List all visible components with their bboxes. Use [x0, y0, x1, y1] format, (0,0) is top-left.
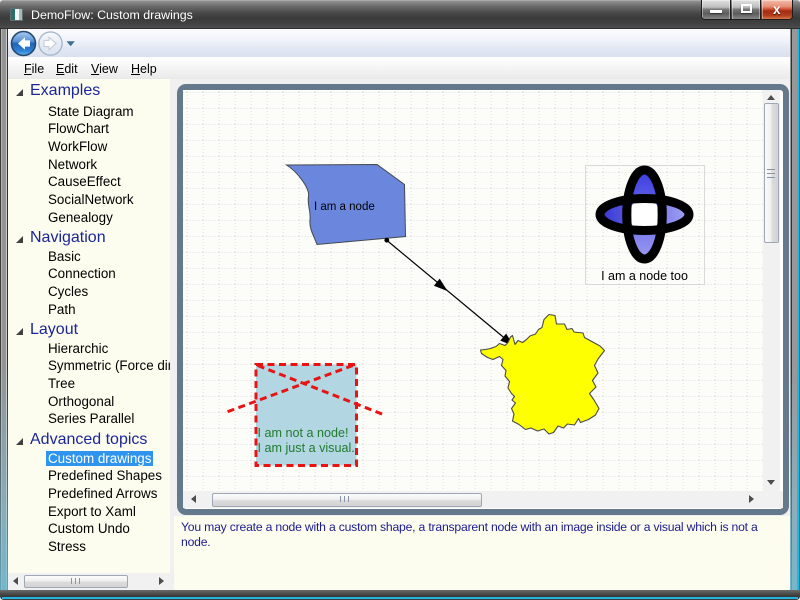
svg-text:I am not a node!: I am not a node!: [258, 426, 349, 440]
svg-text:I am a node too: I am a node too: [601, 269, 688, 283]
svg-text:I am a node: I am a node: [314, 201, 375, 213]
svg-text:I am just a visual.: I am just a visual.: [258, 441, 355, 455]
